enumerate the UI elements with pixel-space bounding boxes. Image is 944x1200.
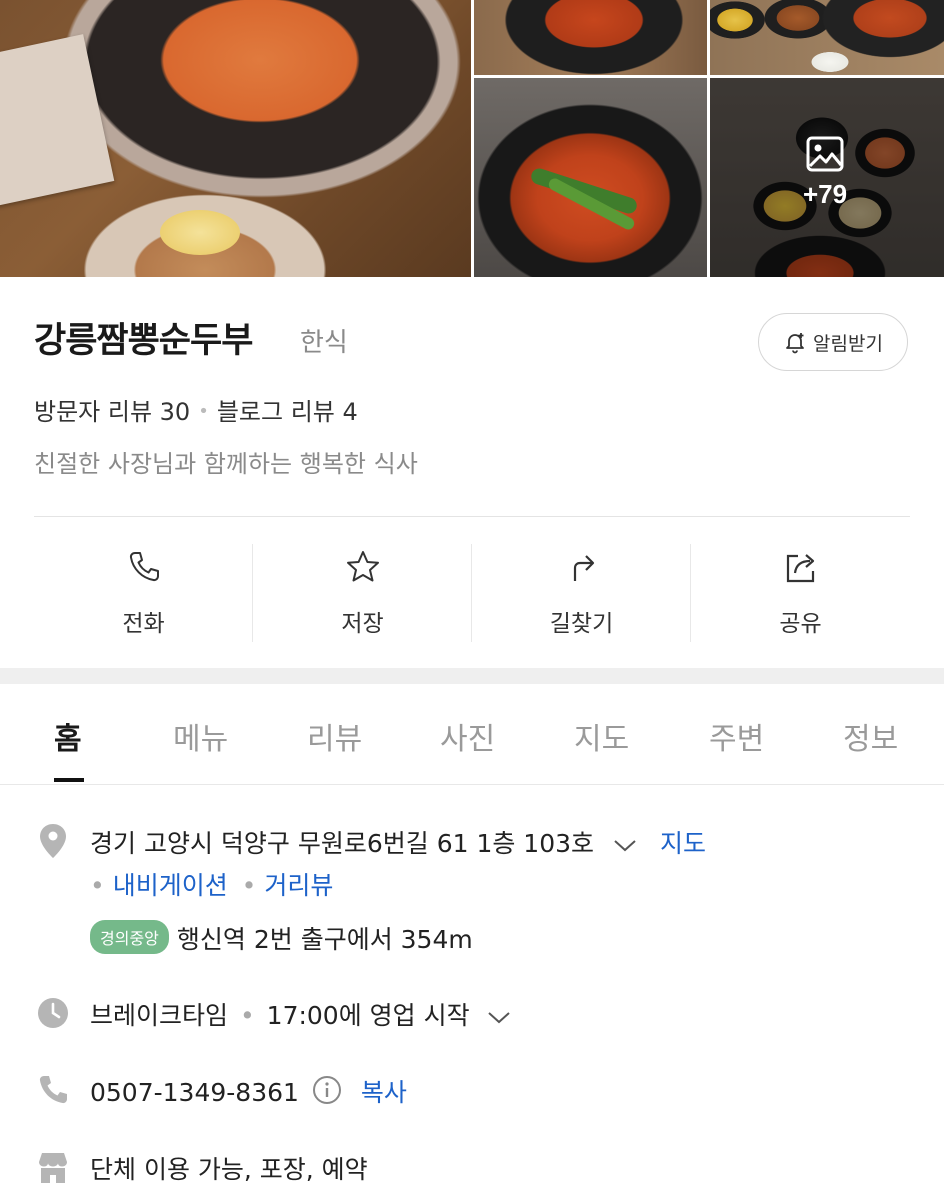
share-button[interactable]: 공유: [691, 540, 910, 644]
location-pin-icon: [40, 824, 66, 858]
facilities-text: 단체 이용 가능, 포장, 예약: [90, 1155, 368, 1184]
tab-map[interactable]: 지도: [574, 714, 629, 758]
notify-label: 알림받기: [813, 332, 883, 355]
address-row: 경기 고양시 덕양구 무원로6번길 61 1층 103호 지도: [90, 824, 706, 860]
navigation-link[interactable]: 내비게이션: [113, 871, 228, 900]
review-summary: 방문자 리뷰 30 • 블로그 리뷰 4: [34, 392, 358, 427]
visitor-reviews-link[interactable]: 방문자 리뷰 30: [34, 398, 190, 426]
separator-dot: •: [198, 401, 209, 422]
chevron-down-icon[interactable]: [612, 836, 638, 854]
phone-icon: [129, 552, 159, 582]
photo-detail-greens: [529, 166, 639, 216]
hours-detail: 17:00에 영업 시작: [266, 1001, 470, 1030]
place-category: 한식: [300, 328, 348, 358]
copy-phone-button[interactable]: 복사: [361, 1078, 407, 1107]
phone-icon: [39, 1076, 67, 1104]
clock-icon: [38, 998, 68, 1028]
save-button[interactable]: 저장: [253, 540, 472, 644]
address-text: 경기 고양시 덕양구 무원로6번길 61 1층 103호: [90, 829, 595, 858]
star-icon: [346, 551, 379, 582]
active-tab-indicator: [54, 778, 84, 782]
separator-dot: •: [239, 1001, 255, 1030]
tab-home[interactable]: 홈: [54, 714, 82, 758]
tab-bar: 홈 메뉴 리뷰 사진 지도 주변 정보: [0, 684, 944, 785]
section-divider: [0, 668, 944, 684]
place-title: 강릉짬뽕순두부: [34, 321, 253, 361]
directions-button[interactable]: 길찾기: [472, 540, 691, 644]
phone-number[interactable]: 0507-1349-8361: [90, 1078, 299, 1107]
photo-thumb-1[interactable]: [474, 0, 707, 75]
blog-reviews-link[interactable]: 블로그 리뷰 4: [217, 398, 358, 426]
photo-thumb-2[interactable]: [710, 0, 944, 75]
image-icon: [806, 136, 844, 172]
divider: [34, 516, 910, 517]
share-label: 공유: [779, 611, 822, 637]
separator-dot: •: [241, 871, 257, 900]
photo-main[interactable]: [0, 0, 471, 277]
place-description: 친절한 사장님과 함께하는 행복한 식사: [34, 450, 418, 478]
subway-line-badge: 경의중앙: [90, 920, 169, 954]
more-photos-count: +79: [802, 179, 848, 209]
chevron-down-icon[interactable]: [486, 1008, 512, 1026]
more-photos-button[interactable]: +79: [790, 135, 860, 225]
hours-row[interactable]: 브레이크타임 • 17:00에 영업 시작: [90, 996, 512, 1032]
tab-menu[interactable]: 메뉴: [173, 714, 228, 758]
photo-detail-sauce: [160, 210, 240, 255]
tab-photos[interactable]: 사진: [440, 714, 495, 758]
hours-status: 브레이크타임: [90, 1001, 229, 1030]
photo-detail-napkin: [0, 34, 115, 206]
save-label: 저장: [341, 611, 384, 637]
directions-icon: [573, 555, 594, 581]
phone-row: 0507-1349-8361 복사: [90, 1073, 407, 1109]
photo-grid[interactable]: +79: [0, 0, 944, 277]
subway-row: 경의중앙 행신역 2번 출구에서 354m: [90, 920, 473, 956]
address-links: • 내비게이션 • 거리뷰: [90, 866, 333, 902]
call-button[interactable]: 전화: [34, 540, 253, 644]
action-bar: 전화 저장 길찾기 공유: [34, 540, 910, 644]
info-circle-icon[interactable]: [311, 1074, 343, 1106]
tab-info[interactable]: 정보: [843, 714, 898, 758]
map-link[interactable]: 지도: [660, 829, 706, 858]
bell-plus-icon: [786, 333, 804, 354]
share-icon: [786, 554, 814, 583]
store-icon: [39, 1153, 67, 1183]
call-label: 전화: [122, 611, 165, 637]
separator-dot: •: [90, 871, 105, 900]
photo-thumb-3[interactable]: [474, 78, 707, 277]
tab-nearby[interactable]: 주변: [709, 714, 764, 758]
notify-button[interactable]: 알림받기: [758, 313, 908, 371]
streetview-link[interactable]: 거리뷰: [264, 871, 333, 900]
subway-text: 행신역 2번 출구에서 354m: [176, 925, 473, 954]
tab-reviews[interactable]: 리뷰: [307, 714, 362, 758]
directions-label: 길찾기: [549, 611, 614, 637]
